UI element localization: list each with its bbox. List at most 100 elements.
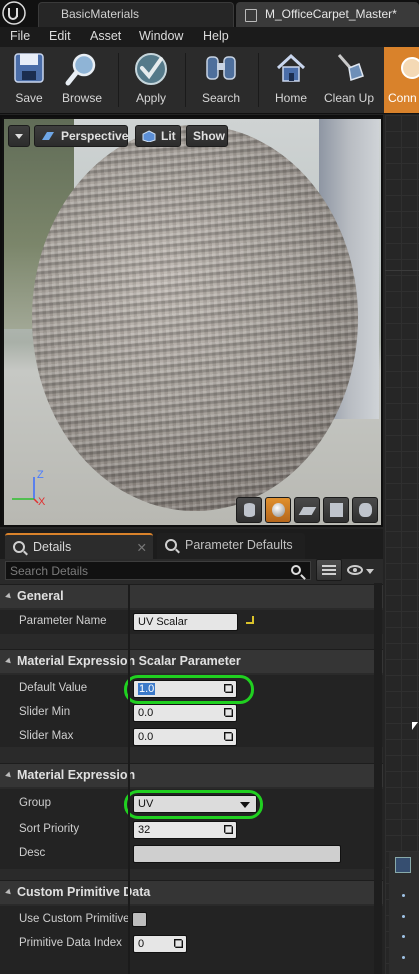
viewport-options-dropdown[interactable] xyxy=(8,125,30,147)
parameter-name-label: Parameter Name xyxy=(19,615,107,627)
menu-bar: File Edit Asset Window Help xyxy=(0,27,419,47)
tab-basic-materials[interactable]: BasicMaterials xyxy=(38,2,234,27)
slider-min-field[interactable]: 0.0 xyxy=(133,704,237,722)
name-value-splitter[interactable] xyxy=(128,584,130,974)
preview-custom-mesh-button[interactable] xyxy=(352,497,378,523)
category-general[interactable]: General xyxy=(0,584,383,608)
preview-viewport[interactable]: Perspective Lit Show Z X xyxy=(0,115,383,527)
palette-bullet xyxy=(402,956,405,959)
menu-asset[interactable]: Asset xyxy=(90,29,121,43)
palette-bullet xyxy=(402,935,405,938)
property-use-custom-primitive: Use Custom Primitive xyxy=(0,908,383,932)
lit-label: Lit xyxy=(161,129,176,143)
search-icon[interactable] xyxy=(291,565,301,575)
menu-file[interactable]: File xyxy=(10,29,30,43)
connectors-label: Conn xyxy=(388,91,417,105)
preview-plane-button[interactable] xyxy=(294,497,320,523)
chevron-down-icon xyxy=(366,569,374,574)
category-custom-primitive-data[interactable]: Custom Primitive Data xyxy=(0,880,383,904)
use-custom-primitive-checkbox[interactable] xyxy=(132,912,147,927)
eye-icon xyxy=(347,565,363,575)
tab-details[interactable]: Details ✕ xyxy=(5,533,153,559)
material-graph-canvas[interactable] xyxy=(385,115,419,974)
close-icon[interactable]: ✕ xyxy=(137,540,147,555)
graph-divider xyxy=(385,270,419,271)
palette-bullet xyxy=(402,915,405,918)
group-highlight-ring xyxy=(124,790,263,819)
details-search-row xyxy=(0,559,383,583)
toolbar-separator xyxy=(185,53,186,107)
magnifier-icon xyxy=(65,53,96,86)
property-desc: Desc xyxy=(0,842,383,866)
lit-button[interactable]: Lit xyxy=(135,125,181,147)
connectors-button[interactable]: Conn xyxy=(384,47,419,113)
toolbar-separator xyxy=(258,53,259,107)
connectors-icon xyxy=(401,57,419,79)
slider-max-field[interactable]: 0.0 xyxy=(133,728,237,746)
menu-edit[interactable]: Edit xyxy=(49,29,71,43)
property-sort-priority: Sort Priority 32 xyxy=(0,818,383,842)
plane-icon xyxy=(298,507,317,515)
drag-handle-icon xyxy=(174,939,183,948)
preview-cube-button[interactable] xyxy=(323,497,349,523)
home-label: Home xyxy=(274,91,307,105)
broom-icon xyxy=(337,54,364,81)
panel-tab-bar: Details ✕ Parameter Defaults xyxy=(0,529,383,559)
save-icon xyxy=(14,53,44,83)
desc-field[interactable] xyxy=(133,845,341,863)
tab-office-carpet-master[interactable]: M_OfficeCarpet_Master* xyxy=(236,2,419,27)
unreal-logo-icon[interactable] xyxy=(2,1,26,25)
perspective-button[interactable]: Perspective xyxy=(34,125,128,147)
primitive-data-index-field[interactable]: 0 xyxy=(133,935,187,953)
category-material-expression-label: Material Expression xyxy=(17,768,136,782)
details-panel: General Parameter Name UV Scalar Materia… xyxy=(0,559,383,974)
category-scalar-parameter[interactable]: Material Expression Scalar Parameter xyxy=(0,649,383,673)
clean-up-button[interactable]: Clean Up xyxy=(320,47,378,113)
collapse-arrow-icon xyxy=(5,592,13,601)
home-button[interactable]: Home xyxy=(266,47,316,113)
custom-primitive-rows: Use Custom Primitive Primitive Data Inde… xyxy=(0,906,383,974)
mouse-cursor-icon xyxy=(412,722,418,730)
drag-handle-icon xyxy=(224,825,233,834)
parameter-name-field[interactable]: UV Scalar xyxy=(133,613,238,631)
search-button[interactable]: Search xyxy=(194,47,248,113)
preview-sphere xyxy=(32,125,358,511)
category-material-expression[interactable]: Material Expression xyxy=(0,763,383,787)
show-label: Show xyxy=(193,129,225,143)
palette-icon[interactable] xyxy=(395,857,411,873)
apply-button[interactable]: Apply xyxy=(126,47,176,113)
tab-parameter-defaults[interactable]: Parameter Defaults xyxy=(157,533,305,559)
view-options-dropdown[interactable] xyxy=(345,562,375,580)
parameter-name-value: UV Scalar xyxy=(138,616,188,628)
details-scrollbar[interactable] xyxy=(374,583,382,974)
search-icon xyxy=(13,541,25,553)
sort-priority-field[interactable]: 32 xyxy=(133,821,237,839)
menu-help[interactable]: Help xyxy=(203,29,229,43)
preview-sphere-button[interactable] xyxy=(265,497,291,523)
title-bar: BasicMaterials M_OfficeCarpet_Master* xyxy=(0,0,419,27)
browse-button[interactable]: Browse xyxy=(56,47,108,113)
save-button[interactable]: Save xyxy=(4,47,54,113)
slider-max-label: Slider Max xyxy=(19,730,74,742)
search-details-input[interactable] xyxy=(5,561,311,580)
tab-parameter-defaults-label: Parameter Defaults xyxy=(185,538,293,552)
collapse-arrow-icon xyxy=(5,657,13,666)
cylinder-icon xyxy=(244,503,255,517)
palette-panel xyxy=(389,852,419,974)
collapse-arrow-icon xyxy=(5,771,13,780)
category-general-label: General xyxy=(17,589,64,603)
show-button[interactable]: Show xyxy=(186,125,228,147)
default-value-label: Default Value xyxy=(19,682,88,694)
preview-cylinder-button[interactable] xyxy=(236,497,262,523)
checkmark-icon xyxy=(135,53,167,85)
sort-priority-value: 32 xyxy=(138,824,151,836)
menu-window[interactable]: Window xyxy=(139,29,183,43)
tab-basic-materials-label: BasicMaterials xyxy=(61,7,140,21)
perspective-label: Perspective xyxy=(61,129,129,143)
axis-z-label: Z xyxy=(37,469,44,481)
reset-to-default-icon[interactable] xyxy=(246,616,254,624)
sort-priority-label: Sort Priority xyxy=(19,823,80,835)
binoculars-icon xyxy=(206,56,236,80)
property-matrix-button[interactable] xyxy=(316,559,342,581)
sphere-icon xyxy=(272,503,285,517)
